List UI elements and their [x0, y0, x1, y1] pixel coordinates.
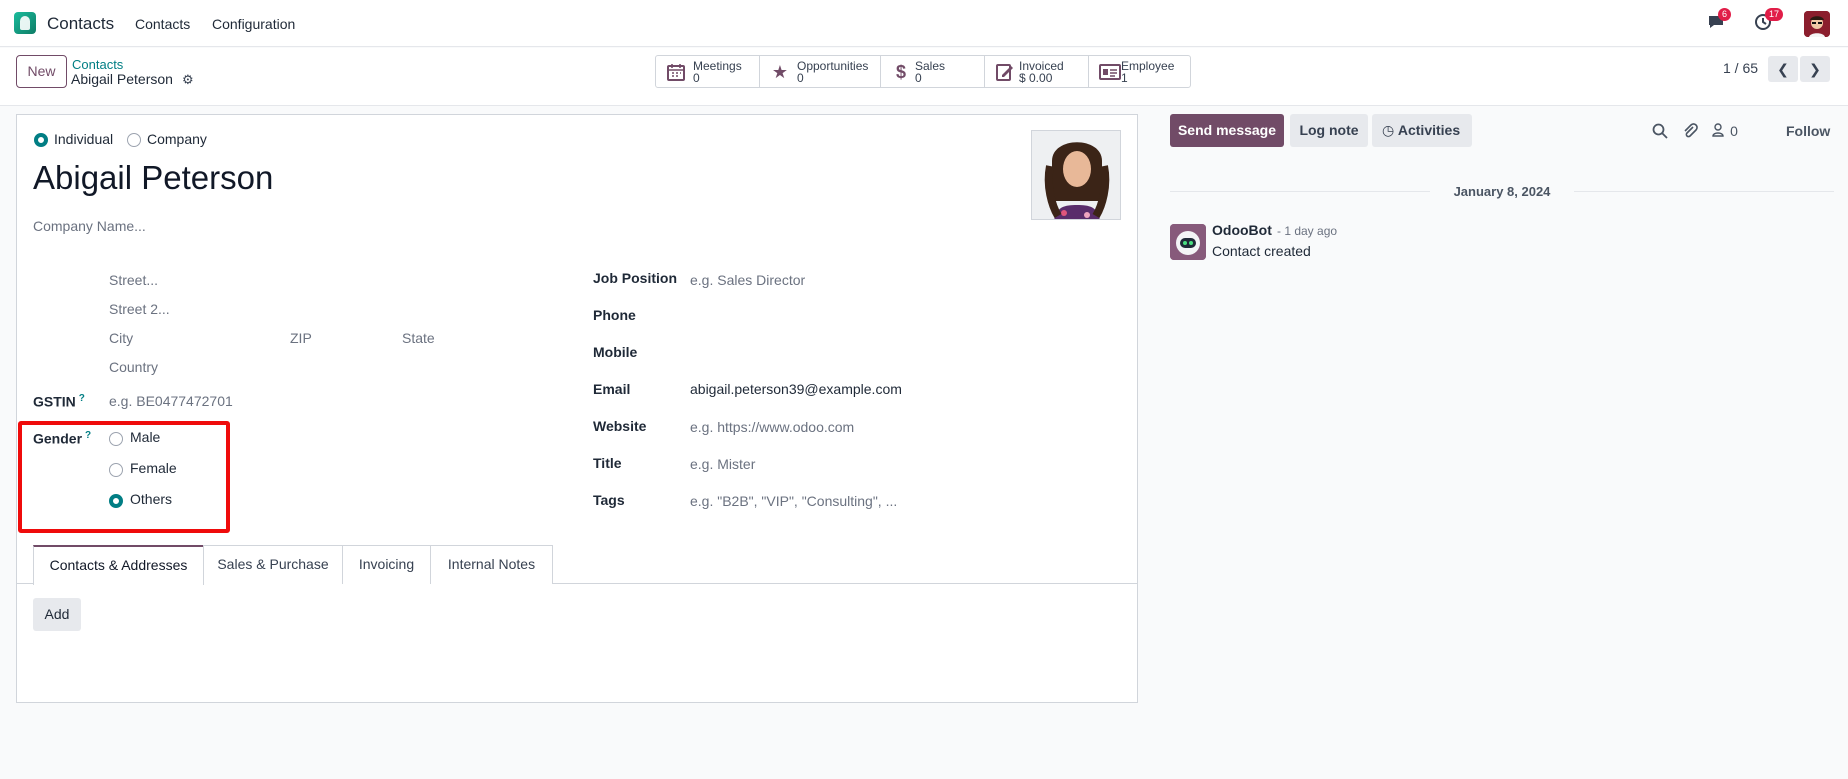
user-avatar[interactable] [1804, 11, 1830, 37]
id-card-icon [1099, 62, 1121, 82]
website-label: Website [593, 418, 647, 434]
tab-contacts-addresses[interactable]: Contacts & Addresses [33, 545, 204, 585]
pager-next-button[interactable]: ❯ [1800, 56, 1830, 82]
mobile-label: Mobile [593, 344, 638, 360]
company-name-field[interactable]: Company Name... [33, 218, 146, 234]
website-field[interactable]: e.g. https://www.odoo.com [690, 419, 854, 435]
follow-button[interactable]: Follow [1786, 123, 1830, 139]
new-button[interactable]: New [16, 55, 67, 88]
menu-contacts[interactable]: Contacts [135, 16, 190, 32]
person-icon [1712, 123, 1728, 141]
star-icon: ★ [771, 62, 789, 82]
title-label: Title [593, 455, 622, 471]
activities-clock-icon[interactable]: 17 [1753, 8, 1784, 34]
search-icon[interactable] [1652, 123, 1668, 143]
gstin-label: GSTIN? [33, 393, 85, 410]
tags-label: Tags [593, 492, 625, 508]
contact-photo[interactable] [1031, 130, 1121, 220]
phone-label: Phone [593, 307, 636, 323]
odoobot-avatar[interactable] [1170, 224, 1206, 260]
gear-icon[interactable]: ⚙ [182, 72, 194, 88]
send-message-button[interactable]: Send message [1170, 114, 1284, 147]
menu-configuration[interactable]: Configuration [212, 16, 295, 32]
log-note-button[interactable]: Log note [1290, 114, 1368, 147]
control-panel: New Contacts Abigail Peterson ⚙ Meetings… [0, 48, 1848, 106]
top-navbar: Contacts Contacts Configuration 6 17 [0, 0, 1848, 47]
date-separator: January 8, 2024 [1170, 184, 1834, 199]
invoiced-value: $ 0.00 [1019, 71, 1053, 85]
meetings-value: 0 [693, 71, 700, 85]
followers-count: 0 [1730, 123, 1738, 139]
followers-button[interactable]: 0 [1712, 123, 1738, 141]
meetings-label: Meetings [693, 59, 742, 73]
smart-buttons: Meetings 0 ★ Opportunities 0 $ Sales 0 I… [655, 55, 1191, 88]
invoiced-smart-button[interactable]: Invoiced $ 0.00 [985, 56, 1089, 87]
employee-value: 1 [1121, 71, 1128, 85]
clock-icon: ◷ [1382, 122, 1395, 138]
company-radio[interactable] [127, 133, 141, 147]
chatter-panel: Send message Log note ◷ Activities 0 Fol… [1160, 106, 1848, 779]
app-name[interactable]: Contacts [47, 14, 114, 34]
opportunities-smart-button[interactable]: ★ Opportunities 0 [760, 56, 881, 87]
meetings-smart-button[interactable]: Meetings 0 [656, 56, 760, 87]
notebook-tabs: Contacts & Addresses Sales & Purchase In… [17, 544, 1137, 585]
opportunities-label: Opportunities [797, 59, 869, 73]
gstin-field[interactable]: e.g. BE0477472701 [109, 393, 233, 409]
breadcrumb-current: Abigail Peterson [71, 71, 173, 87]
messages-badge: 6 [1718, 8, 1732, 21]
calendar-icon [666, 62, 686, 82]
individual-radio[interactable] [34, 133, 48, 147]
sales-value: 0 [915, 71, 922, 85]
sales-smart-button[interactable]: $ Sales 0 [881, 56, 985, 87]
country-field[interactable]: Country [109, 359, 158, 375]
tab-internal-notes[interactable]: Internal Notes [430, 545, 553, 584]
form-sheet: Individual Company Abigail Peterson Comp… [16, 114, 1138, 703]
email-label: Email [593, 381, 631, 397]
gender-highlight-box [18, 421, 230, 533]
paperclip-icon[interactable] [1682, 123, 1698, 143]
state-field[interactable]: State [402, 330, 435, 346]
contact-name-field[interactable]: Abigail Peterson [33, 159, 273, 197]
job-position-label: Job Position [593, 270, 677, 286]
city-field[interactable]: City [109, 330, 133, 346]
activities-button[interactable]: ◷ Activities [1372, 114, 1472, 147]
chevron-left-icon: ❮ [1777, 61, 1789, 77]
zip-field[interactable]: ZIP [290, 330, 312, 346]
chevron-right-icon: ❯ [1809, 61, 1821, 77]
employee-label: Employee [1121, 59, 1175, 73]
pager-value[interactable]: 1 / 65 [1723, 60, 1758, 76]
title-field[interactable]: e.g. Mister [690, 456, 755, 472]
message-author[interactable]: OdooBot [1212, 222, 1272, 238]
street2-field[interactable]: Street 2... [109, 301, 170, 317]
street-field[interactable]: Street... [109, 272, 158, 288]
invoice-icon [995, 62, 1015, 82]
activities-label: Activities [1397, 122, 1461, 138]
message-body: Contact created [1212, 243, 1311, 259]
activities-badge: 17 [1765, 8, 1784, 21]
date-label: January 8, 2024 [1453, 184, 1551, 199]
messages-icon[interactable]: 6 [1706, 8, 1732, 34]
job-position-field[interactable]: e.g. Sales Director [690, 272, 805, 288]
tab-invoicing[interactable]: Invoicing [342, 545, 431, 584]
email-field[interactable]: abigail.peterson39@example.com [690, 381, 902, 397]
employee-smart-button[interactable]: Employee 1 [1089, 56, 1190, 87]
contacts-app-icon[interactable] [14, 12, 36, 34]
help-icon[interactable]: ? [79, 393, 85, 404]
opportunities-value: 0 [797, 71, 804, 85]
add-contact-button[interactable]: Add [33, 598, 81, 631]
company-label[interactable]: Company [147, 131, 207, 147]
tags-field[interactable]: e.g. "B2B", "VIP", "Consulting", ... [690, 493, 897, 509]
dollar-icon: $ [895, 62, 906, 82]
pager-previous-button[interactable]: ❮ [1768, 56, 1798, 82]
tab-sales-purchase[interactable]: Sales & Purchase [203, 545, 343, 584]
individual-label[interactable]: Individual [54, 131, 113, 147]
breadcrumb-contacts[interactable]: Contacts [72, 57, 123, 72]
message-time: - 1 day ago [1277, 224, 1338, 238]
